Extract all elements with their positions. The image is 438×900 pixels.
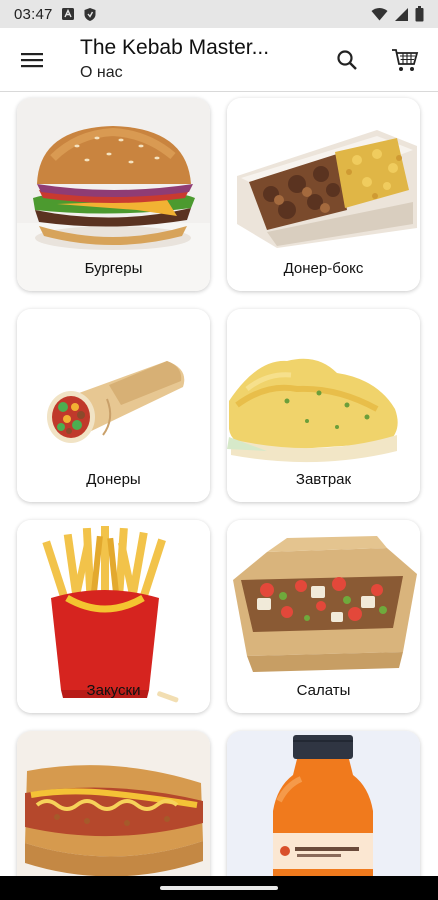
category-card-hotdogs[interactable]: [17, 731, 210, 882]
cart-icon: [392, 48, 419, 71]
category-card-breakfast[interactable]: Завтрак: [227, 309, 420, 502]
status-bar: 03:47: [0, 0, 438, 28]
hotdog-image: [17, 731, 210, 882]
about-link[interactable]: О нас: [80, 62, 318, 84]
category-grid: Бургеры Донер-бокс Донеры Завтрак Закуск…: [0, 92, 438, 882]
menu-button[interactable]: [0, 28, 64, 92]
category-label: Донер-бокс: [283, 260, 364, 277]
category-card-snacks[interactable]: Закуски: [17, 520, 210, 713]
navigation-bar: [0, 876, 438, 900]
category-label: Бургеры: [84, 260, 143, 277]
menu-icon: [21, 52, 43, 67]
category-card-doners[interactable]: Донеры: [17, 309, 210, 502]
status-time: 03:47: [14, 5, 53, 23]
juice-bottle-image: [227, 731, 420, 882]
category-card-doner-box[interactable]: Донер-бокс: [227, 98, 420, 291]
text-notification-icon: [61, 7, 75, 21]
app-screen: 03:47 The Kebab Master... О нас Бургеры …: [0, 0, 438, 900]
wifi-icon: [371, 7, 388, 21]
app-bar: The Kebab Master... О нас: [0, 28, 438, 92]
category-card-salads[interactable]: Салаты: [227, 520, 420, 713]
search-button[interactable]: [318, 28, 376, 92]
category-card-drinks[interactable]: [227, 731, 420, 882]
search-icon: [337, 49, 357, 70]
shield-icon: [83, 7, 97, 22]
category-label: Закуски: [86, 682, 141, 699]
category-label: Донеры: [86, 471, 141, 488]
battery-icon: [415, 6, 424, 22]
category-card-burgers[interactable]: Бургеры: [17, 98, 210, 291]
cart-button[interactable]: [376, 28, 434, 92]
home-gesture-handle[interactable]: [160, 886, 278, 890]
app-title: The Kebab Master...: [80, 36, 270, 59]
category-label: Завтрак: [295, 471, 352, 488]
title-block: The Kebab Master... О нас: [64, 35, 318, 84]
signal-icon: [394, 7, 409, 22]
category-label: Салаты: [296, 682, 351, 699]
